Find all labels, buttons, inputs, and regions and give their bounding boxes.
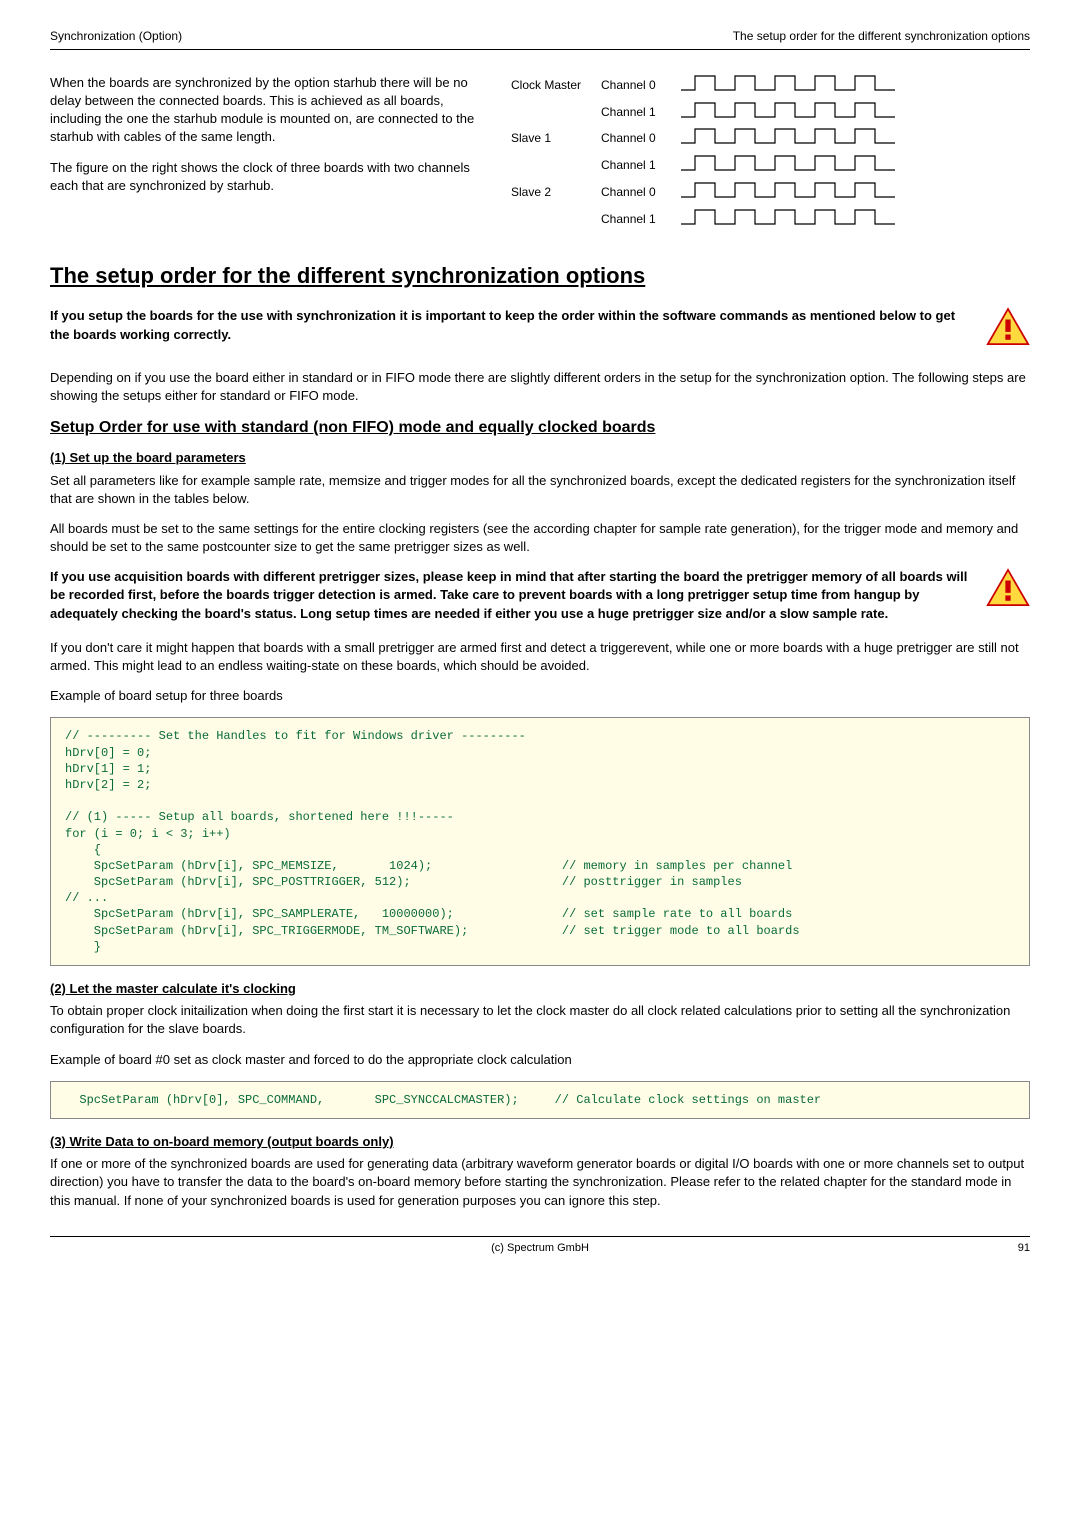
page-footer: (c) Spectrum GmbH 91 (50, 1236, 1030, 1256)
step3-p1: If one or more of the synchronized board… (50, 1155, 1030, 1210)
warning-2: If you use acquisition boards with diffe… (50, 568, 1030, 623)
p3: Depending on if you use the board either… (50, 369, 1030, 405)
step3-title: (3) Write Data to on-board memory (outpu… (50, 1133, 1030, 1151)
p5: Example of board setup for three boards (50, 687, 1030, 705)
square-wave-icon (681, 181, 1030, 204)
clock-master-label: Slave 2 (511, 184, 601, 201)
subsection-heading: Setup Order for use with standard (non F… (50, 417, 1030, 439)
square-wave-icon (681, 74, 1030, 97)
square-wave-icon (681, 208, 1030, 231)
step2-title: (2) Let the master calculate it's clocki… (50, 980, 1030, 998)
warning-icon (986, 568, 1030, 613)
code-block-1: // --------- Set the Handles to fit for … (50, 717, 1030, 966)
channel-label: Channel 1 (601, 211, 681, 228)
channel-label: Channel 1 (601, 157, 681, 174)
step1-p2: All boards must be set to the same setti… (50, 520, 1030, 556)
intro-p2: The figure on the right shows the clock … (50, 159, 491, 195)
step2-p1: To obtain proper clock initailization wh… (50, 1002, 1030, 1038)
channel-label: Channel 1 (601, 104, 681, 121)
square-wave-icon (681, 154, 1030, 177)
square-wave-icon (681, 127, 1030, 150)
footer-center: (c) Spectrum GmbH (377, 1241, 704, 1256)
warning-1: If you setup the boards for the use with… (50, 307, 1030, 352)
warning-1-text: If you setup the boards for the use with… (50, 307, 970, 343)
intro-section: When the boards are synchronized by the … (50, 74, 1030, 231)
channel-label: Channel 0 (601, 130, 681, 147)
step1-title: (1) Set up the board parameters (50, 449, 1030, 467)
square-wave-icon (681, 101, 1030, 124)
p4: If you don't care it might happen that b… (50, 639, 1030, 675)
channel-label: Channel 0 (601, 77, 681, 94)
warning-2-text: If you use acquisition boards with diffe… (50, 568, 970, 623)
footer-right: 91 (703, 1241, 1030, 1256)
header-right: The setup order for the different synchr… (733, 28, 1030, 45)
warning-icon (986, 307, 1030, 352)
step2-p2: Example of board #0 set as clock master … (50, 1051, 1030, 1069)
clock-diagram: Clock MasterChannel 0Channel 1Slave 1Cha… (511, 74, 1030, 231)
clock-master-label: Slave 1 (511, 130, 601, 147)
section-heading: The setup order for the different synchr… (50, 261, 1030, 292)
channel-label: Channel 0 (601, 184, 681, 201)
footer-left (50, 1241, 377, 1256)
page-header: Synchronization (Option) The setup order… (50, 28, 1030, 50)
step1-p1: Set all parameters like for example samp… (50, 472, 1030, 508)
intro-p1: When the boards are synchronized by the … (50, 74, 491, 147)
code-block-2: SpcSetParam (hDrv[0], SPC_COMMAND, SPC_S… (50, 1081, 1030, 1119)
header-left: Synchronization (Option) (50, 28, 182, 45)
clock-master-label: Clock Master (511, 77, 601, 94)
